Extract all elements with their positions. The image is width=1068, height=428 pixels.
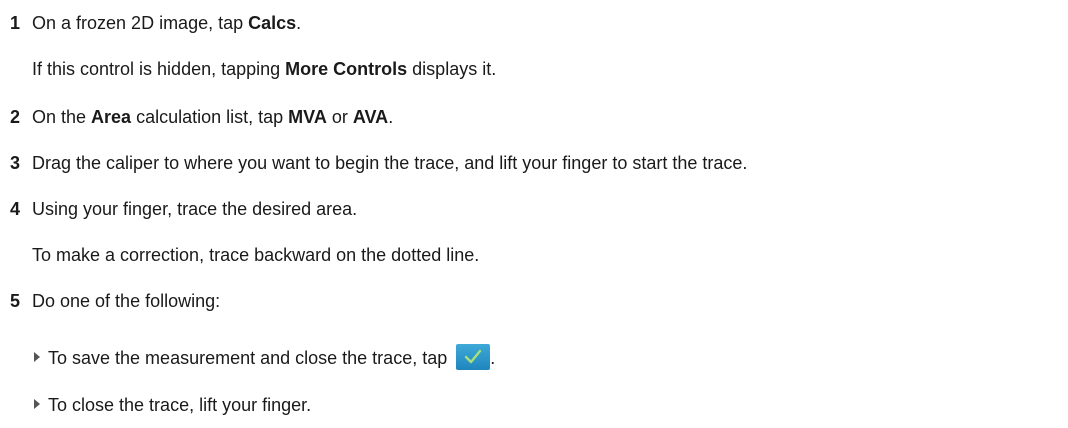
bullet-arrow-icon [34, 352, 40, 362]
area-term: Area [91, 107, 132, 127]
instruction-document: 1 On a frozen 2D image, tap Calcs. If thi… [0, 0, 1068, 428]
step-number: 4 [10, 199, 21, 219]
step-number: 3 [10, 153, 21, 173]
step-4-note: To make a correction, trace backward on … [32, 245, 480, 265]
ava-term: AVA [352, 107, 389, 127]
more-controls-term: More Controls [285, 59, 408, 79]
bullet-close: To close the trace, lift your finger. [34, 394, 311, 416]
mva-term: MVA [288, 107, 327, 127]
step-number: 2 [10, 107, 21, 127]
step-number: 1 [10, 13, 21, 33]
step-1: 1 On a frozen 2D image, tap Calcs. [10, 13, 302, 33]
step-5: 5 Do one of the following: [10, 291, 221, 311]
bullet-arrow-icon [34, 399, 40, 409]
step-4: 4 Using your finger, trace the desired ar… [10, 199, 358, 219]
step-number: 5 [10, 291, 21, 311]
step-3: 3 Drag the caliper to where you want to b… [10, 153, 748, 173]
calcs-term: Calcs [248, 13, 297, 33]
bullet-save: To save the measurement and close the tr… [34, 344, 495, 370]
step-2: 2 On the Area calculation list, tap MVA o… [10, 107, 394, 127]
checkmark-icon[interactable] [456, 344, 491, 370]
step-1-note: If this control is hidden, tapping More … [32, 59, 497, 79]
